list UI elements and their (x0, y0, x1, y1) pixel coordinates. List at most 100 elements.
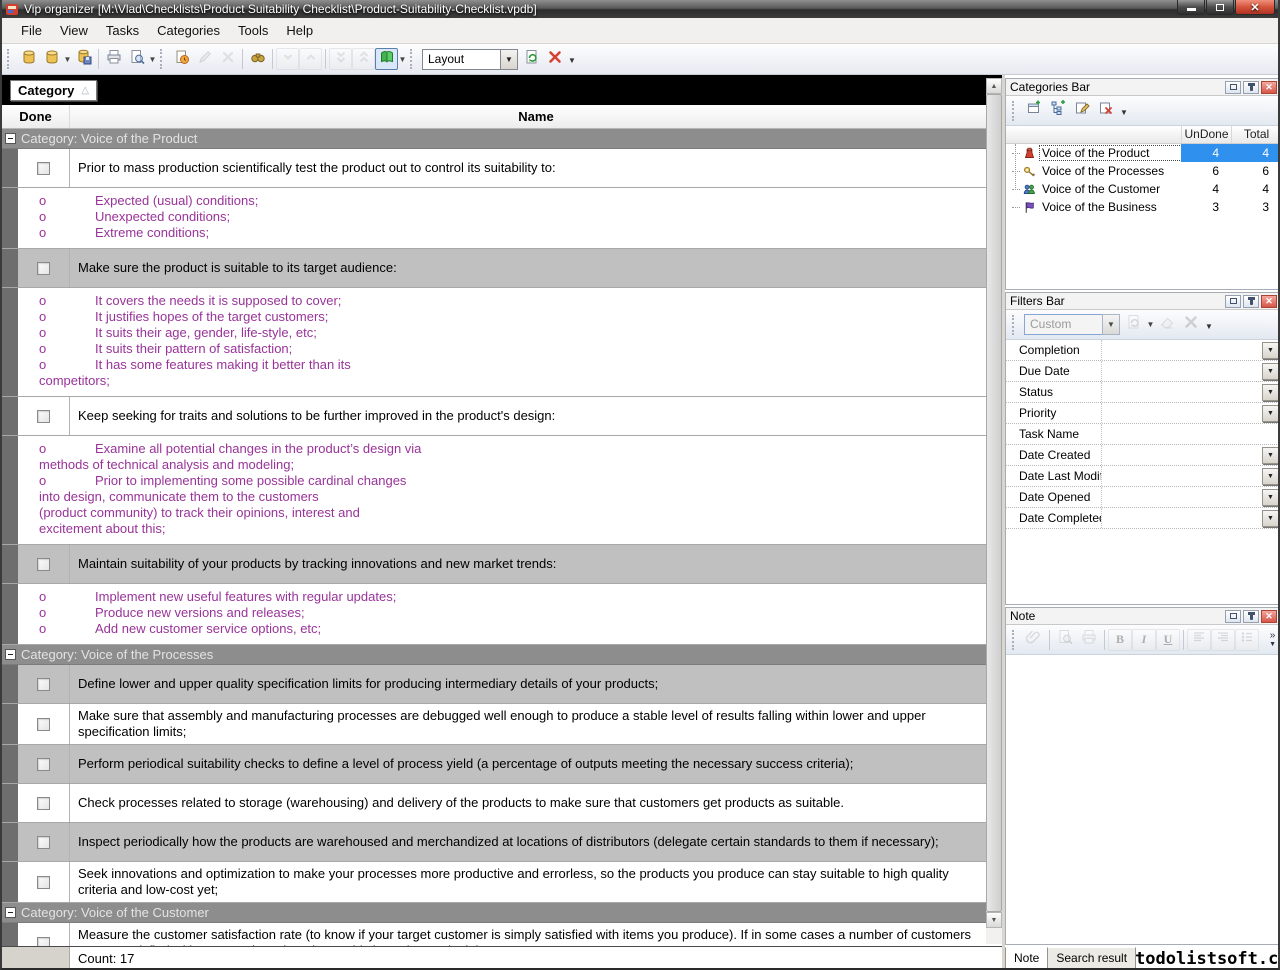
move-top-button[interactable] (352, 48, 375, 70)
category-tree-item[interactable]: Voice of the Product44 (1006, 144, 1280, 162)
delete-category-button[interactable] (1094, 100, 1118, 122)
task-checkbox[interactable] (37, 162, 50, 175)
italic-button[interactable]: I (1132, 629, 1156, 651)
task-row[interactable]: Prior to mass production scientifically … (2, 149, 986, 188)
task-checkbox[interactable] (37, 262, 50, 275)
column-header-done[interactable]: Done (2, 105, 70, 128)
task-checkbox[interactable] (37, 678, 50, 691)
filters-close-button[interactable]: ✕ (1261, 295, 1277, 308)
erase-filter-button[interactable] (1155, 314, 1179, 336)
task-checkbox[interactable] (37, 836, 50, 849)
dropdown-icon[interactable]: ▼ (148, 48, 157, 70)
category-group-row[interactable]: Category: Voice of the Processes (2, 645, 986, 665)
filter-preset-combo[interactable]: Custom ▼ (1024, 314, 1120, 335)
task-checkbox[interactable] (37, 410, 50, 423)
restore-button[interactable] (1206, 0, 1234, 15)
undone-column-header[interactable]: UnDone (1181, 126, 1231, 143)
task-row[interactable]: Inspect periodically how the products ar… (2, 823, 986, 862)
filter-dropdown-icon[interactable]: ▼ (1262, 363, 1279, 380)
bullet-list-button[interactable] (1235, 629, 1259, 651)
delete-task-button[interactable] (216, 48, 239, 70)
dropdown-icon[interactable]: ▼ (1146, 314, 1155, 336)
align-right-button[interactable] (1211, 629, 1235, 651)
tab-search-result[interactable]: Search result (1047, 947, 1136, 970)
bold-button[interactable]: B (1108, 629, 1132, 651)
filter-preset-value[interactable]: Custom (1024, 314, 1102, 335)
filter-dropdown-icon[interactable]: ▼ (1262, 510, 1279, 527)
layout-combo-value[interactable]: Layout (422, 49, 500, 70)
categories-close-button[interactable]: ✕ (1261, 81, 1277, 94)
categories-pin-button[interactable] (1243, 81, 1259, 94)
close-button[interactable]: ✕ (1235, 0, 1275, 15)
clear-layout-button[interactable] (543, 48, 566, 70)
menu-tools[interactable]: Tools (229, 19, 277, 42)
menu-view[interactable]: View (51, 19, 97, 42)
note-pin-button[interactable] (1243, 610, 1259, 623)
categories-toolbar-overflow[interactable]: ▼ (1118, 100, 1130, 122)
layout-combo[interactable]: Layout▼ (422, 49, 518, 70)
filters-restore-button[interactable] (1225, 295, 1241, 308)
category-group-row[interactable]: Category: Voice of the Customer (2, 903, 986, 923)
collapse-icon[interactable] (5, 907, 16, 918)
filter-dropdown-icon[interactable]: ▼ (1262, 342, 1279, 359)
filters-pin-button[interactable] (1243, 295, 1259, 308)
task-row[interactable]: Perform periodical suitability checks to… (2, 745, 986, 784)
find-button[interactable] (246, 48, 269, 70)
group-by-chip[interactable]: Category △ (10, 80, 97, 101)
print-button[interactable] (102, 48, 125, 70)
category-group-row[interactable]: Category: Voice of the Product (2, 129, 986, 149)
layout-combo-dropdown-icon[interactable]: ▼ (500, 49, 518, 70)
new-database-button[interactable] (17, 48, 40, 70)
task-row[interactable]: Check processes related to storage (ware… (2, 784, 986, 823)
notes-view-button[interactable] (375, 48, 398, 70)
filter-dropdown-icon[interactable]: ▼ (1262, 468, 1279, 485)
menu-file[interactable]: File (12, 19, 51, 42)
align-left-button[interactable] (1187, 629, 1211, 651)
menu-tasks[interactable]: Tasks (97, 19, 148, 42)
task-row[interactable]: Seek innovations and optimization to mak… (2, 862, 986, 903)
apply-filter-button[interactable] (1122, 314, 1146, 336)
note-restore-button[interactable] (1225, 610, 1241, 623)
tab-note[interactable]: Note (1005, 947, 1048, 970)
total-column-header[interactable]: Total (1231, 126, 1280, 143)
task-row[interactable]: Make sure the product is suitable to its… (2, 249, 986, 288)
task-checkbox[interactable] (37, 558, 50, 571)
filter-dropdown-icon[interactable]: ▼ (1262, 405, 1279, 422)
category-tree-item[interactable]: Voice of the Business33 (1006, 198, 1280, 216)
print-preview-button[interactable] (125, 48, 148, 70)
print-note-button[interactable] (1077, 629, 1101, 651)
note-close-button[interactable]: ✕ (1261, 610, 1277, 623)
add-subcategory-button[interactable] (1046, 100, 1070, 122)
menu-help[interactable]: Help (277, 19, 322, 42)
remove-filter-button[interactable] (1179, 314, 1203, 336)
scroll-down-icon[interactable]: ▼ (986, 912, 1002, 928)
edit-task-button[interactable] (193, 48, 216, 70)
vertical-scrollbar[interactable]: ▲ ▼ (986, 78, 1002, 944)
minimize-button[interactable] (1177, 0, 1205, 15)
task-row[interactable]: Keep seeking for traits and solutions to… (2, 397, 986, 436)
filter-dropdown-icon[interactable]: ▼ (1262, 447, 1279, 464)
move-up-button[interactable] (299, 48, 322, 70)
task-row[interactable]: Define lower and upper quality specifica… (2, 665, 986, 704)
category-tree-item[interactable]: Voice of the Processes66 (1006, 162, 1280, 180)
insert-object-button[interactable] (1022, 629, 1046, 651)
zoom-note-button[interactable] (1053, 629, 1077, 651)
move-down-button[interactable] (276, 48, 299, 70)
edit-category-button[interactable] (1070, 100, 1094, 122)
task-row[interactable]: Maintain suitability of your products by… (2, 545, 986, 584)
collapse-icon[interactable] (5, 133, 16, 144)
move-bottom-button[interactable] (329, 48, 352, 70)
collapse-icon[interactable] (5, 649, 16, 660)
task-checkbox[interactable] (37, 876, 50, 889)
scroll-up-icon[interactable]: ▲ (986, 78, 1002, 94)
new-task-button[interactable] (170, 48, 193, 70)
task-checkbox[interactable] (37, 758, 50, 771)
filter-dropdown-icon[interactable]: ▼ (1262, 384, 1279, 401)
task-row[interactable]: Make sure that assembly and manufacturin… (2, 704, 986, 745)
note-toolbar-overflow[interactable]: »▼ (1269, 631, 1278, 649)
filters-toolbar-overflow[interactable]: ▼ (1203, 314, 1215, 336)
add-category-button[interactable] (1022, 100, 1046, 122)
dropdown-icon[interactable]: ▼ (63, 48, 72, 70)
filter-dropdown-icon[interactable]: ▼ (1262, 489, 1279, 506)
task-checkbox[interactable] (37, 718, 50, 731)
